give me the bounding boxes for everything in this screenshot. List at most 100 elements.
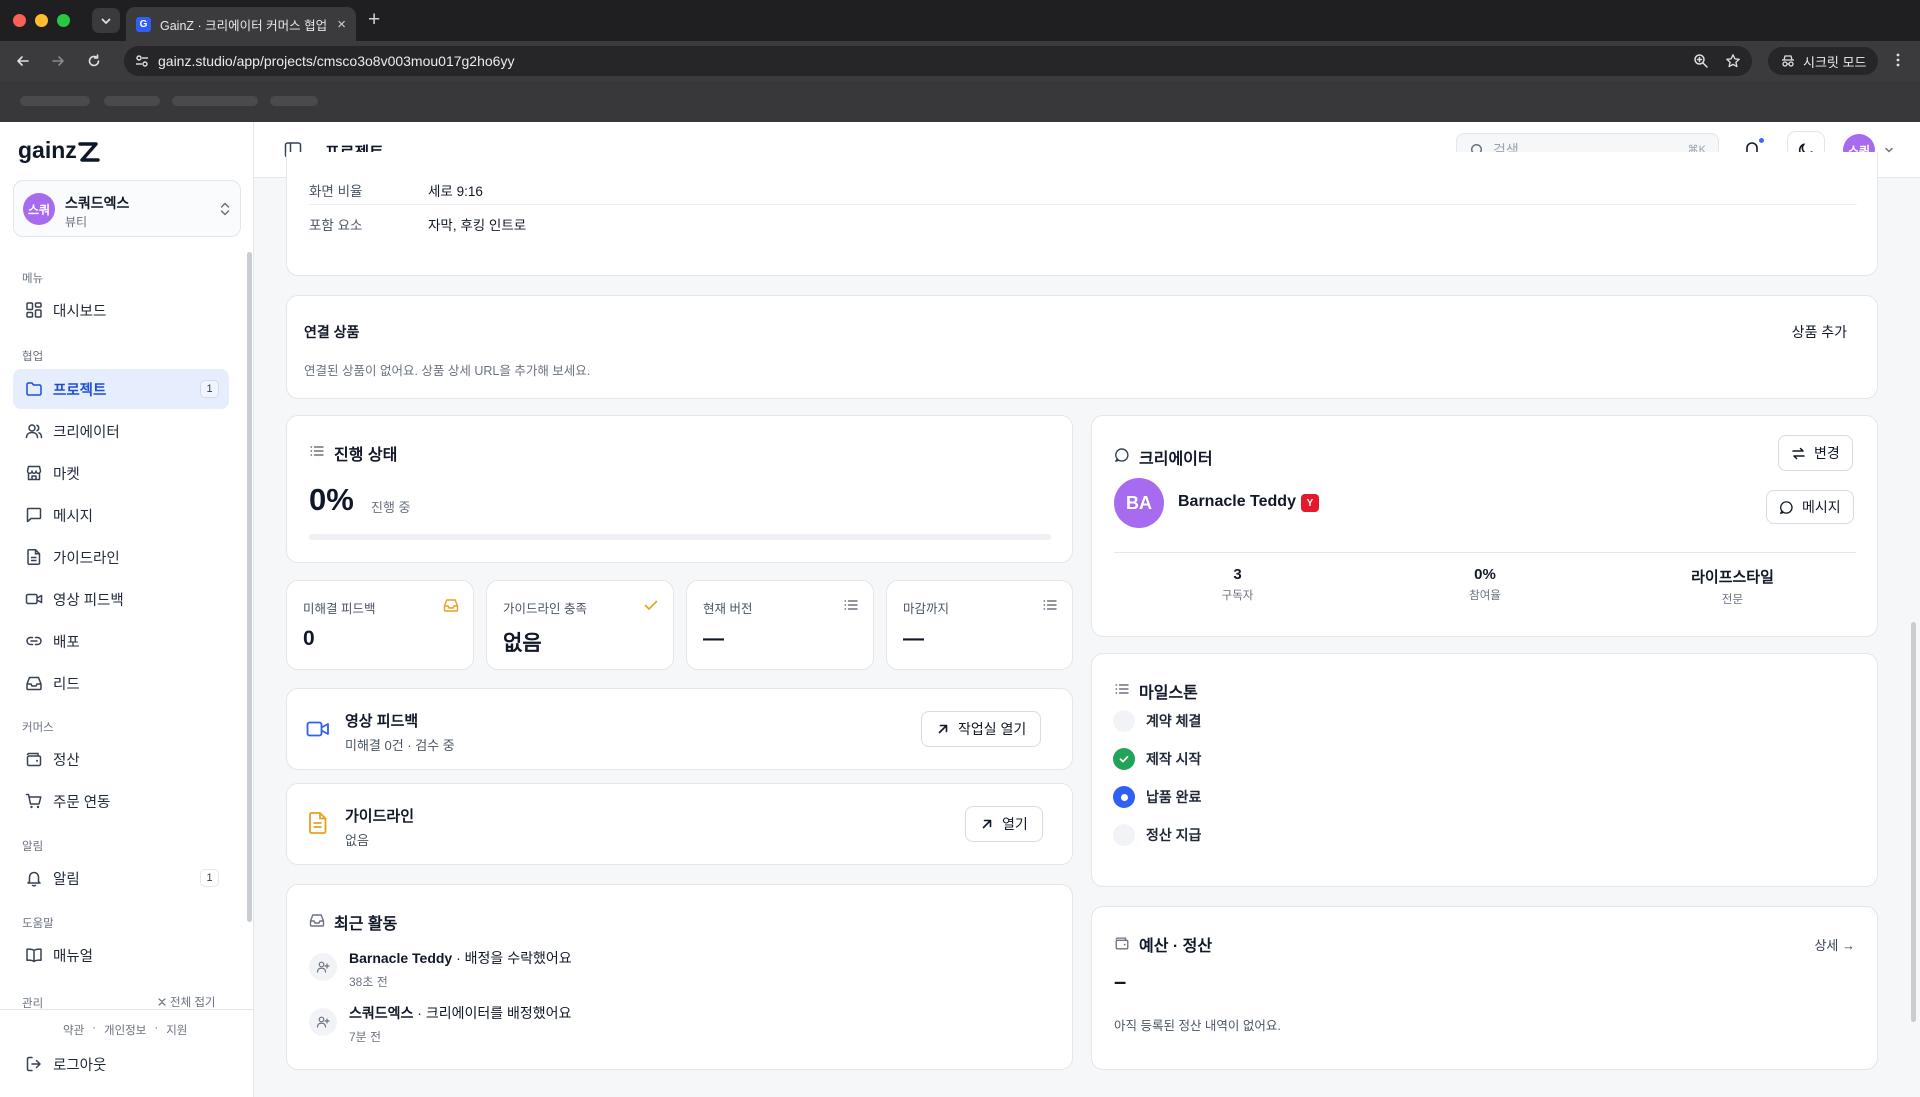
back-button[interactable] [13,51,33,71]
list-icon [844,600,858,610]
arrow-up-right-icon [982,819,992,829]
milestone-label: 제작 시작 [1146,751,1202,767]
chevron-down-icon[interactable] [1883,144,1895,156]
sidebar-item-video-feedback[interactable]: 영상 피드백 [13,579,229,619]
open-guideline-label: 열기 [1002,816,1028,832]
book-open-icon [26,948,42,963]
browser-toolbar: gainz.studio/app/projects/cmsco3o8v003mo… [0,41,1920,81]
site-settings-icon[interactable] [134,53,150,69]
sidebar-item-label: 메시지 [53,508,94,525]
support-link[interactable]: 지원 [166,1022,187,1038]
check-icon [644,600,658,610]
creator-avatar[interactable]: BA [1114,478,1164,528]
stat-value: 없음 [503,632,542,655]
message-creator-button[interactable]: 메시지 [1766,490,1854,524]
window-zoom-button[interactable] [57,14,70,27]
milestone-item: 계약 체결 [1113,710,1201,732]
sidebar-item-messages[interactable]: 메시지 [13,495,229,535]
activity-item: 스쿼드엑스 · 크리에이터를 배정했어요 7분 전 [309,1003,571,1045]
budget-card: 예산 · 정산 상세 → – 아직 등록된 정산 내역이 없어요. [1091,906,1878,1070]
sidebar-item-order-sync[interactable]: 주문 연동 [13,781,229,821]
sidebar-item-leads[interactable]: 리드 [13,663,229,703]
creator-name[interactable]: Barnacle Teddy [1178,493,1296,511]
workspace-switcher[interactable]: 스쿼 스쿼드엑스 뷰티 [13,180,241,237]
inbox-icon [309,914,325,927]
sidebar-item-guidelines[interactable]: 가이드라인 [13,537,229,577]
creator-title: 크리에이터 [1139,451,1213,468]
list-icon [1043,600,1057,610]
sidebar-scrollbar[interactable] [247,252,252,922]
window-minimize-button[interactable] [35,14,48,27]
sidebar-item-label: 크리에이터 [53,424,120,441]
address-bar[interactable]: gainz.studio/app/projects/cmsco3o8v003mo… [124,46,1752,76]
terms-link[interactable]: 약관 [63,1022,84,1038]
stat-label: 현재 버전 [703,602,753,616]
incognito-indicator[interactable]: 시크릿 모드 [1768,47,1879,75]
tab-search-button[interactable] [92,8,120,33]
wallet-icon [26,752,42,767]
sidebar-item-dashboard[interactable]: 대시보드 [13,290,229,330]
sidebar-item-deploy[interactable]: 배포 [13,621,229,661]
progress-status: 진행 중 [371,500,411,515]
chevron-down-icon [101,18,111,24]
open-guideline-button[interactable]: 열기 [965,806,1043,842]
browser-menu-icon[interactable] [1890,52,1906,68]
milestone-label: 납품 완료 [1146,789,1202,805]
sidebar-item-notifications[interactable]: 알림 1 [13,858,229,898]
creator-stat-subscribers: 3 구독자 [1114,566,1361,603]
bell-icon [27,871,41,887]
brief-label: 화면 비율 [309,184,363,199]
change-creator-button[interactable]: 변경 [1778,435,1853,471]
linked-products-empty: 연결된 상품이 없어요. 상품 상세 URL을 추가해 보세요. [304,364,591,378]
projects-count-badge: 1 [200,380,219,398]
sidebar-item-market[interactable]: 마켓 [13,453,229,493]
sidebar-item-manual[interactable]: 매뉴얼 [13,935,229,975]
activity-item: Barnacle Teddy · 배정을 수락했어요 38초 전 [309,948,572,990]
video-feedback-sub: 미해결 0건 · 검수 중 [345,738,455,753]
add-product-button[interactable]: 상품 추가 [1792,322,1847,342]
sidebar: gainz 스쿼 스쿼드엑스 뷰티 메뉴 대시보드 협업 프로젝트 1 크리에이… [0,122,254,1097]
activity-time: 7분 전 [349,1030,382,1044]
logout-button[interactable]: 로그아웃 [13,1044,229,1084]
incognito-label: 시크릿 모드 [1803,54,1867,70]
activity-content: Barnacle Teddy · 배정을 수락했어요 38초 전 [349,948,572,990]
user-plus-icon [309,953,337,981]
recent-activity-card: 최근 활동 Barnacle Teddy · 배정을 수락했어요 38초 전 스… [286,884,1073,1070]
stat-card-current-version: 현재 버전 — [686,580,874,670]
milestones-card: 마일스톤 계약 체결 제작 시작 납품 완료 정산 지급 [1091,653,1878,887]
collapse-all-button[interactable]: 전체 접기 [157,994,216,1010]
gainz-logo[interactable]: gainz [18,138,104,166]
footer-separator: · [92,1022,97,1034]
forward-button[interactable] [48,51,68,71]
budget-title: 예산 · 정산 [1139,938,1213,955]
creator-card: 크리에이터 변경 BA Barnacle Teddy Y 메시지 3 구독자 0… [1091,415,1878,637]
open-workspace-button[interactable]: 작업실 열기 [921,711,1042,747]
collapse-icon [158,998,166,1006]
budget-detail-link[interactable]: 상세 → [1814,935,1855,954]
chevron-up-down-icon [220,202,230,216]
reload-icon [88,54,100,67]
creator-divider [1114,552,1856,553]
bookmark-star-icon[interactable] [1725,53,1741,69]
brief-card: 화면 비율 세로 9:16 포함 요소 자막, 후킹 인트로 [286,152,1878,276]
stat-card-guideline-compliance: 가이드라인 충족 없음 [486,580,674,670]
sidebar-item-label: 리드 [53,676,80,693]
shopping-cart-icon [25,793,42,809]
privacy-link[interactable]: 개인정보 [104,1022,146,1038]
tab-close-icon[interactable]: × [337,17,346,32]
reload-button[interactable] [84,51,104,71]
content-scrollbar[interactable] [1911,622,1916,1022]
sidebar-divider [0,1009,253,1010]
sidebar-item-settlement[interactable]: 정산 [13,739,229,779]
milestone-item: 정산 지급 [1113,824,1201,846]
url-text[interactable]: gainz.studio/app/projects/cmsco3o8v003mo… [158,53,514,69]
new-tab-button[interactable]: + [368,9,380,31]
browser-tab-active[interactable]: G GainZ · 크리에이터 커머스 협업 OS × [126,7,356,41]
sidebar-item-label: 마켓 [53,466,80,483]
zoom-icon[interactable] [1693,53,1709,69]
window-close-button[interactable] [13,14,26,27]
sidebar-item-projects[interactable]: 프로젝트 1 [13,369,229,409]
progress-title: 진행 상태 [334,447,398,464]
sidebar-item-creators[interactable]: 크리에이터 [13,411,229,451]
logout-label: 로그아웃 [53,1057,107,1074]
